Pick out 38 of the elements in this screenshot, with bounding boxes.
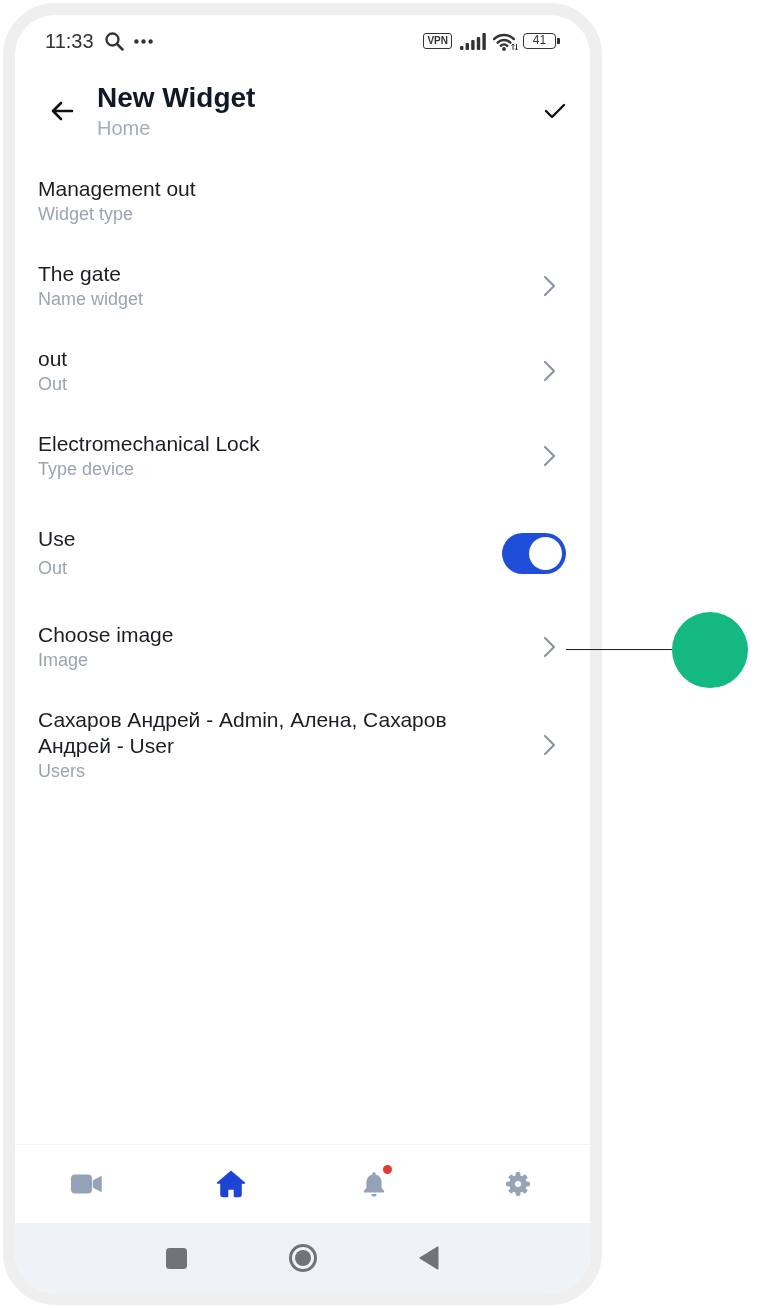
item-title: Use [38,526,76,552]
signal-bars-icon [460,32,486,50]
back-triangle-icon[interactable] [419,1246,439,1270]
wifi-icon [492,31,518,51]
clock-time: 11:33 [45,29,94,53]
search-icon[interactable] [104,31,124,51]
item-title: Сахаров Андрей - Admin, Алена, Сахаров Андрей - User [38,707,448,759]
vpn-indicator: VPN [423,33,452,49]
item-subtitle: Out [38,557,67,580]
screen-title: New Widget [97,81,256,115]
item-subtitle: Widget type [38,203,134,226]
chevron-right-icon[interactable] [543,275,556,297]
item-title: Choose image [38,622,174,648]
screen-subtitle: Home [97,116,151,141]
item-subtitle: Image [38,649,89,672]
chevron-right-icon[interactable] [543,360,556,382]
settings-icon[interactable] [506,1172,531,1196]
home-icon[interactable] [215,1170,246,1198]
circle-icon[interactable] [289,1244,317,1272]
check-icon[interactable] [544,103,566,119]
video-camera-icon[interactable] [71,1174,103,1194]
three-dots-icon [133,38,153,44]
item-title: Electromechanical Lock [38,431,260,457]
battery-indicator: 41 [523,33,560,49]
item-title: out [38,346,68,372]
item-title: The gate [38,261,121,287]
chevron-right-icon[interactable] [543,636,556,658]
back-arrow-icon[interactable] [50,101,74,121]
square-icon[interactable] [166,1247,187,1269]
item-title: Management out [38,176,196,202]
item-subtitle: Type device [38,458,135,481]
item-subtitle: Users [38,760,85,783]
item-subtitle: Name widget [38,288,144,311]
toggle-switch[interactable] [502,532,566,574]
chevron-right-icon[interactable] [543,445,556,467]
item-subtitle: Out [38,373,67,396]
bell-icon[interactable] [363,1171,386,1197]
chevron-right-icon[interactable] [543,734,556,756]
